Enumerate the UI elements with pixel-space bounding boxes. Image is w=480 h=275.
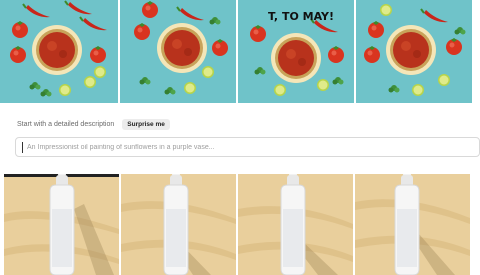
salsa-image <box>0 0 118 103</box>
bottle-image <box>355 174 470 275</box>
salsa-image-tile[interactable] <box>120 0 236 103</box>
description-label: Start with a detailed description <box>17 120 115 128</box>
prompt-field[interactable] <box>15 137 480 157</box>
salsa-image <box>356 0 472 103</box>
salsa-image <box>120 0 236 103</box>
text-cursor <box>22 141 23 153</box>
bottle-image-tile[interactable] <box>121 174 236 275</box>
salsa-image-tile[interactable] <box>0 0 118 103</box>
bottle-image-tile[interactable] <box>238 174 353 275</box>
tile-overlay-text: T, TO MAY! <box>268 10 334 23</box>
bottle-image <box>121 174 236 275</box>
bottle-image-gallery <box>4 174 470 275</box>
prompt-input[interactable] <box>25 142 479 152</box>
salsa-image-gallery: T, TO MAY! <box>0 0 472 103</box>
prompt-header: Start with a detailed description Surpri… <box>17 117 170 131</box>
surprise-me-button[interactable]: Surprise me <box>122 118 170 130</box>
salsa-image: T, TO MAY! <box>238 0 354 103</box>
salsa-image-tile[interactable]: T, TO MAY! <box>238 0 354 103</box>
bottle-image-tile[interactable] <box>355 174 470 275</box>
bottle-image-tile[interactable] <box>4 174 119 275</box>
bottle-image <box>238 174 353 275</box>
salsa-image-tile[interactable] <box>356 0 472 103</box>
bottle-image <box>4 174 119 275</box>
